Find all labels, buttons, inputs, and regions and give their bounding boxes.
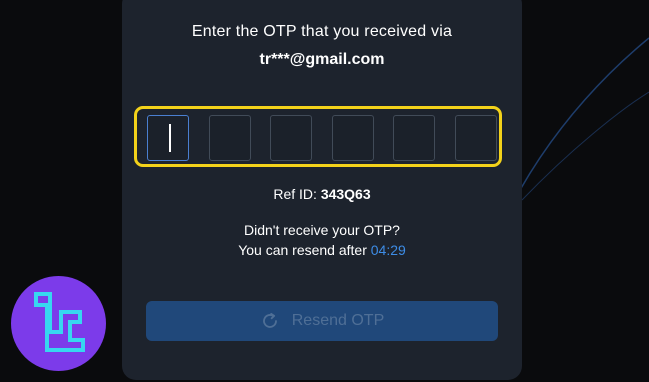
resend-otp-button[interactable]: Resend OTP bbox=[146, 301, 498, 341]
resend-question: Didn't receive your OTP? bbox=[244, 222, 400, 238]
otp-digit-4[interactable] bbox=[332, 115, 374, 161]
resend-countdown: You can resend after 04:29 bbox=[122, 242, 522, 258]
otp-digit-1[interactable] bbox=[147, 115, 189, 161]
otp-digit-5[interactable] bbox=[393, 115, 435, 161]
resend-after-label: You can resend after bbox=[238, 242, 367, 258]
otp-highlight bbox=[134, 106, 502, 167]
ref-id: Ref ID: 343Q63 bbox=[122, 186, 522, 202]
resend-timer: 04:29 bbox=[370, 242, 406, 258]
otp-digit-2[interactable] bbox=[209, 115, 251, 161]
otp-digit-6[interactable] bbox=[455, 115, 497, 161]
otp-digit-3[interactable] bbox=[270, 115, 312, 161]
refresh-icon bbox=[262, 312, 277, 328]
otp-prompt: Enter the OTP that you received via bbox=[191, 23, 453, 40]
brand-logo-icon bbox=[34, 292, 85, 352]
brand-logo bbox=[11, 276, 106, 371]
ref-id-label: Ref ID: bbox=[273, 186, 317, 202]
otp-email: tr***@gmail.com bbox=[259, 51, 385, 68]
ref-id-value: 343Q63 bbox=[320, 186, 371, 202]
text-caret bbox=[169, 124, 171, 152]
resend-button-label: Resend OTP bbox=[291, 312, 385, 329]
